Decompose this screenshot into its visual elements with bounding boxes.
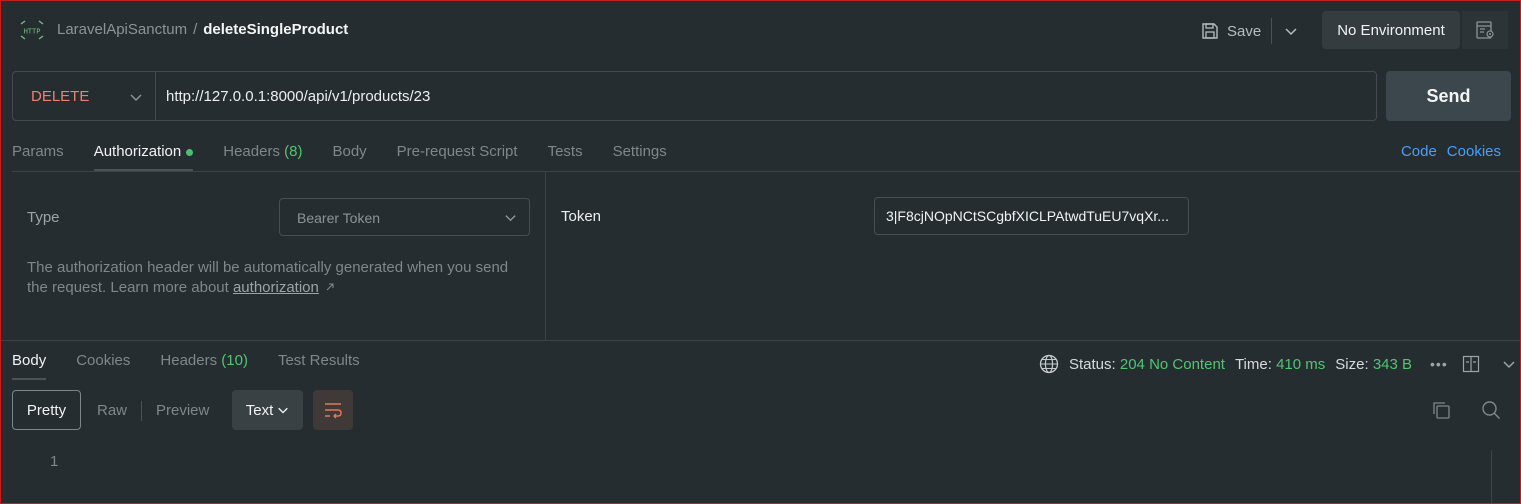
copy-icon[interactable] bbox=[1431, 400, 1451, 420]
tab-label: Headers bbox=[160, 352, 218, 369]
svg-text:HTTP: HTTP bbox=[24, 28, 41, 36]
save-label: Save bbox=[1227, 22, 1262, 40]
request-side-links: Code Cookies bbox=[1401, 143, 1501, 160]
chevron-down-icon bbox=[505, 215, 516, 222]
breadcrumb: LaravelApiSanctum / deleteSingleProduct bbox=[57, 21, 348, 38]
wrap-lines-button[interactable] bbox=[313, 390, 353, 430]
external-link-icon bbox=[326, 283, 334, 291]
divider bbox=[155, 72, 156, 120]
status[interactable]: Status: 204 No Content bbox=[1069, 356, 1225, 373]
tab-label: Authorization bbox=[93, 143, 182, 160]
tab-response-headers[interactable]: Headers (10) bbox=[160, 352, 248, 380]
auth-type-select[interactable]: Bearer Token bbox=[279, 198, 530, 236]
size-value: 343 B bbox=[1372, 355, 1413, 373]
time-label: Time: bbox=[1234, 355, 1272, 373]
tab-label: Settings bbox=[612, 143, 667, 160]
size-label: Size: bbox=[1335, 355, 1369, 373]
chevron-down-icon[interactable] bbox=[1284, 24, 1298, 38]
tab-response-cookies[interactable]: Cookies bbox=[76, 352, 130, 380]
tab-label: Test Results bbox=[277, 352, 360, 369]
tab-label: Params bbox=[12, 143, 64, 160]
url-bar: DELETE http://127.0.0.1:8000/api/v1/prod… bbox=[12, 71, 1377, 121]
tab-count: (8) bbox=[284, 143, 303, 160]
send-button[interactable]: Send bbox=[1386, 71, 1511, 121]
tab-response-body[interactable]: Body bbox=[12, 352, 47, 380]
save-icon bbox=[1202, 23, 1218, 39]
tab-body[interactable]: Body bbox=[332, 143, 366, 171]
tab-tests[interactable]: Tests bbox=[548, 143, 583, 171]
divider bbox=[0, 340, 1521, 341]
active-indicator-dot bbox=[186, 148, 194, 156]
request-tabs: Params Authorization Headers (8) Body Pr… bbox=[12, 143, 667, 171]
method-select[interactable]: DELETE bbox=[31, 88, 89, 105]
tab-label: Cookies bbox=[76, 352, 131, 369]
tab-pre-request-script[interactable]: Pre-request Script bbox=[397, 143, 518, 171]
environment-selector[interactable]: No Environment bbox=[1322, 11, 1460, 49]
response-tabs: Body Cookies Headers (10) Test Results bbox=[12, 352, 360, 380]
format-select[interactable]: Text bbox=[232, 390, 303, 430]
globe-icon[interactable] bbox=[1039, 354, 1059, 374]
time-value: 410 ms bbox=[1276, 355, 1326, 373]
layout-icon[interactable] bbox=[1462, 355, 1480, 373]
breadcrumb-collection[interactable]: LaravelApiSanctum bbox=[57, 21, 187, 38]
tab-label: Body bbox=[332, 143, 367, 160]
divider bbox=[141, 401, 142, 421]
format-value: Text bbox=[245, 401, 274, 419]
auth-type-value: Bearer Token bbox=[297, 210, 381, 226]
chevron-down-icon bbox=[278, 407, 289, 414]
search-icon[interactable] bbox=[1481, 400, 1501, 420]
authorization-link[interactable]: authorization bbox=[233, 279, 319, 296]
tab-settings[interactable]: Settings bbox=[613, 143, 667, 171]
tab-count: (10) bbox=[221, 352, 248, 369]
token-value: 3|F8cjNOpNCtSCgbfXICLPAtwdTuEU7vqXr... bbox=[886, 208, 1169, 224]
status-label: Status: bbox=[1069, 355, 1116, 373]
breadcrumb-separator: / bbox=[193, 21, 198, 38]
status-value: 204 No Content bbox=[1119, 355, 1225, 373]
tab-params[interactable]: Params bbox=[12, 143, 64, 171]
token-input[interactable]: 3|F8cjNOpNCtSCgbfXICLPAtwdTuEU7vqXr... bbox=[874, 197, 1189, 235]
tab-authorization[interactable]: Authorization bbox=[93, 143, 194, 171]
token-label: Token bbox=[561, 208, 602, 225]
more-options-button[interactable]: ••• bbox=[1430, 356, 1448, 372]
tab-headers[interactable]: Headers (8) bbox=[223, 143, 302, 171]
view-pretty-button[interactable]: Pretty bbox=[12, 390, 81, 430]
chevron-down-icon[interactable] bbox=[129, 90, 143, 104]
http-icon: HTTP bbox=[20, 20, 44, 40]
wrap-icon bbox=[325, 403, 342, 419]
cookies-link[interactable]: Cookies bbox=[1447, 143, 1501, 160]
auth-description: The authorization header will be automat… bbox=[27, 258, 527, 298]
tab-label: Headers bbox=[223, 143, 280, 160]
url-input[interactable]: http://127.0.0.1:8000/api/v1/products/23 bbox=[166, 88, 430, 105]
tab-label: Tests bbox=[547, 143, 583, 160]
auth-type-label: Type bbox=[27, 209, 60, 226]
request-name[interactable]: deleteSingleProduct bbox=[203, 21, 348, 38]
environment-quicklook-button[interactable] bbox=[1462, 11, 1508, 49]
line-number: 1 bbox=[50, 453, 59, 470]
chevron-down-icon[interactable] bbox=[1502, 357, 1516, 371]
divider bbox=[545, 172, 546, 340]
tab-label: Body bbox=[12, 352, 47, 369]
divider bbox=[1271, 18, 1273, 44]
auth-type-panel: Type Bearer Token The authorization head… bbox=[12, 172, 545, 340]
request-header: HTTP LaravelApiSanctum / deleteSingleProdu… bbox=[0, 0, 1521, 62]
tab-label: Pre-request Script bbox=[396, 143, 518, 160]
response-meta: Status: 204 No Content Time: 410 ms Size… bbox=[1039, 352, 1516, 376]
tab-test-results[interactable]: Test Results bbox=[278, 352, 360, 380]
code-link[interactable]: Code bbox=[1401, 143, 1437, 160]
environment-quicklook-icon bbox=[1476, 21, 1494, 39]
save-group: Save bbox=[1201, 18, 1298, 44]
save-button[interactable]: Save bbox=[1201, 22, 1261, 40]
editor-scrollbar[interactable] bbox=[1491, 450, 1492, 504]
time[interactable]: Time: 410 ms bbox=[1235, 356, 1325, 373]
size[interactable]: Size: 343 B bbox=[1335, 356, 1412, 373]
view-preview-button[interactable]: Preview bbox=[156, 402, 209, 419]
view-raw-button[interactable]: Raw bbox=[97, 402, 127, 419]
